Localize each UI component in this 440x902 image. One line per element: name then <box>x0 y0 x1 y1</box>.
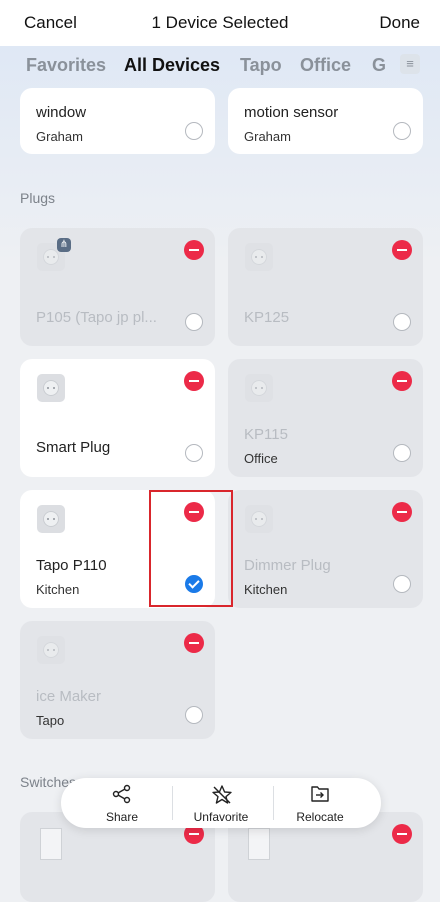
share-label: Share <box>105 810 139 824</box>
tab-g[interactable]: G <box>372 55 386 76</box>
relocate-icon <box>311 786 329 802</box>
device-card-motion-sensor[interactable]: motion sensor Graham <box>228 88 423 154</box>
device-room: Graham <box>244 129 291 144</box>
share-icon <box>112 784 131 804</box>
device-card-kp115[interactable]: KP115 Office <box>228 359 423 477</box>
select-radio[interactable] <box>185 313 203 331</box>
remove-icon[interactable] <box>184 371 204 391</box>
select-radio[interactable] <box>393 575 411 593</box>
plug-icon <box>37 505 65 533</box>
switch-icon <box>40 828 62 860</box>
device-name: KP125 <box>244 309 290 326</box>
tab-menu-icon[interactable]: ≡ <box>400 54 420 74</box>
top-bar: Cancel 1 Device Selected Done <box>0 0 440 46</box>
shared-icon: ⋔ <box>57 238 71 252</box>
selection-highlight-box <box>149 490 233 607</box>
device-room: Kitchen <box>36 582 80 597</box>
tab-office[interactable]: Office <box>300 55 351 76</box>
remove-icon[interactable] <box>392 502 412 522</box>
relocate-button[interactable]: Relocate <box>267 778 373 828</box>
remove-icon[interactable] <box>184 240 204 260</box>
tab-favorites[interactable]: Favorites <box>26 55 106 76</box>
select-radio[interactable] <box>185 444 203 462</box>
device-card-window[interactable]: window Graham <box>20 88 215 154</box>
share-button[interactable]: Share <box>69 778 175 828</box>
tab-all-devices[interactable]: All Devices <box>124 55 220 76</box>
unfavorite-button[interactable]: Unfavorite <box>168 778 274 828</box>
device-card-dimmer-plug[interactable]: Dimmer Plug Kitchen <box>228 490 423 608</box>
device-card-kp125[interactable]: KP125 <box>228 228 423 346</box>
unfavorite-star-icon <box>212 785 232 804</box>
device-name: Smart Plug <box>36 439 111 456</box>
device-name: KP115 <box>244 426 288 443</box>
device-name: motion sensor <box>244 104 339 121</box>
done-button[interactable]: Done <box>379 13 420 33</box>
remove-icon[interactable] <box>392 240 412 260</box>
device-card-p105[interactable]: P105 (Tapo jp pl... <box>20 228 215 346</box>
device-card-smart-plug[interactable]: Smart Plug <box>20 359 215 477</box>
action-bar: Share Unfavorite Relocate <box>61 778 381 828</box>
device-room: Kitchen <box>244 582 288 597</box>
select-radio[interactable] <box>393 444 411 462</box>
device-name: window <box>36 104 87 121</box>
cancel-button[interactable]: Cancel <box>24 13 77 33</box>
tab-bar: Favorites All Devices Tapo Office G <box>0 46 440 84</box>
relocate-label: Relocate <box>296 810 344 824</box>
plug-icon <box>245 505 273 533</box>
select-radio[interactable] <box>185 706 203 724</box>
tab-tapo[interactable]: Tapo <box>240 55 282 76</box>
device-card-ice-maker[interactable]: ice Maker Tapo <box>20 621 215 739</box>
device-room: Tapo <box>36 713 65 728</box>
unfavorite-label: Unfavorite <box>193 810 249 824</box>
select-radio[interactable] <box>393 122 411 140</box>
plug-icon <box>245 374 273 402</box>
select-radio[interactable] <box>185 122 203 140</box>
device-name: P105 (Tapo jp pl... <box>36 309 157 326</box>
remove-icon[interactable] <box>392 824 412 844</box>
select-radio[interactable] <box>393 313 411 331</box>
device-room: Office <box>244 451 278 466</box>
plug-icon <box>245 243 273 271</box>
device-name: ice Maker <box>36 688 102 705</box>
device-room: Graham <box>36 129 83 144</box>
device-name: Dimmer Plug <box>244 557 331 574</box>
section-plugs: Plugs <box>20 190 56 206</box>
plug-icon <box>37 374 65 402</box>
plug-icon <box>37 636 65 664</box>
remove-icon[interactable] <box>184 633 204 653</box>
switch-icon <box>248 828 270 860</box>
remove-icon[interactable] <box>392 371 412 391</box>
